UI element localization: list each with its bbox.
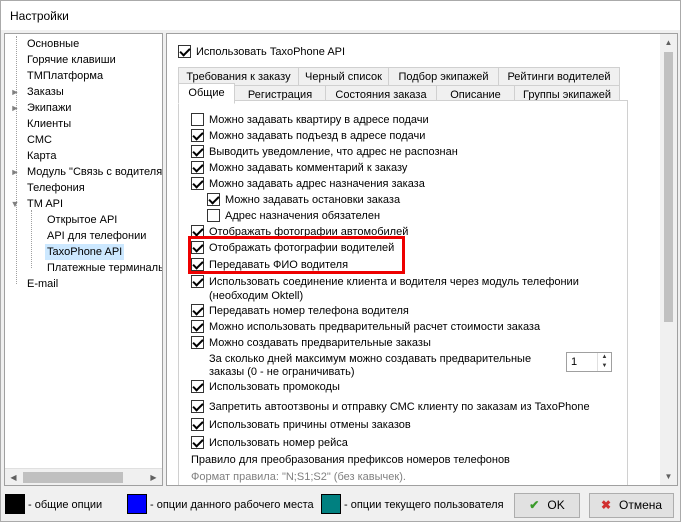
option-label: Использовать соединение клиента и водите… <box>209 276 579 288</box>
tree-item-open-api[interactable]: Открытое API <box>47 212 117 228</box>
settings-panel: Использовать TaxoPhone API Требования к … <box>166 33 678 486</box>
tree-horizontal-scrollbar[interactable]: ◀ ▶ <box>5 468 162 485</box>
option-label: Использовать номер рейса <box>209 437 348 449</box>
option-checkbox[interactable] <box>191 145 204 158</box>
legend-label-user: - опции текущего пользователя <box>344 499 504 511</box>
format-rule-label: Формат правила: "N;S1;S2" (без кавычек). <box>191 471 406 483</box>
legend-swatch-workstation <box>127 494 147 514</box>
use-api-checkbox[interactable] <box>178 45 191 58</box>
ok-button[interactable]: ✔ OK <box>514 493 580 518</box>
tree-item-email[interactable]: E-mail <box>27 276 58 292</box>
option-label: Адрес назначения обязателен <box>225 210 381 222</box>
chevron-right-icon[interactable]: ► <box>10 84 20 100</box>
option-label: Передавать ФИО водителя <box>209 259 349 271</box>
option-checkbox[interactable] <box>191 304 204 317</box>
chevron-down-icon[interactable]: ▼ <box>10 196 20 212</box>
option-checkbox[interactable] <box>191 113 204 126</box>
tree-item-payment-terminals[interactable]: Платежные терминалы <box>47 260 162 276</box>
tree-item-telephony-api[interactable]: API для телефонии <box>47 228 146 244</box>
option-checkbox[interactable] <box>191 436 204 449</box>
option-checkbox[interactable] <box>207 209 220 222</box>
legend-swatch-general <box>5 494 25 514</box>
option-checkbox[interactable] <box>191 177 204 190</box>
tree-guide-line <box>31 210 32 268</box>
option-checkbox[interactable] <box>191 275 204 288</box>
scroll-thumb[interactable] <box>664 52 673 322</box>
legend-label-general: - общие опции <box>28 499 103 511</box>
option-checkbox[interactable] <box>191 161 204 174</box>
option-label: Выводить уведомление, что адрес не распо… <box>209 146 458 158</box>
option-label: Использовать промокоды <box>209 381 340 393</box>
legend-label-workstation: - опции данного рабочего места <box>150 499 314 511</box>
settings-window: Настройки Основные Горячие клавиши ТМПла… <box>0 0 681 522</box>
tree-item-orders[interactable]: Заказы <box>27 84 64 100</box>
option-label: Можно задавать комментарий к заказу <box>209 162 408 174</box>
prebook-days-label-2: заказы (0 - не ограничивать) <box>209 366 355 378</box>
tree-item-sms[interactable]: СМС <box>27 132 52 148</box>
tab-blacklist[interactable]: Черный список <box>298 67 389 86</box>
title-bar: Настройки <box>1 1 680 31</box>
option-checkbox[interactable] <box>191 418 204 431</box>
option-label: Можно задавать квартиру в адресе подачи <box>209 114 429 126</box>
option-label: Запретить автоотзвоны и отправку СМС кли… <box>209 401 590 413</box>
cancel-button[interactable]: ✖ Отмена <box>589 493 674 518</box>
tab-general[interactable]: Общие <box>178 83 235 104</box>
option-label: Можно задавать остановки заказа <box>225 194 401 206</box>
option-checkbox[interactable] <box>191 225 204 238</box>
scroll-down-icon[interactable]: ▼ <box>660 468 677 485</box>
option-checkbox[interactable] <box>191 380 204 393</box>
option-label: Передавать номер телефона водителя <box>209 305 409 317</box>
option-checkbox[interactable] <box>191 400 204 413</box>
scroll-thumb[interactable] <box>23 472 123 483</box>
checkmark-icon: ✔ <box>529 498 540 512</box>
option-checkbox[interactable] <box>207 193 220 206</box>
tree-item-driver-link[interactable]: Модуль "Связь с водителя <box>27 164 162 180</box>
close-icon: ✖ <box>600 498 611 512</box>
chevron-right-icon[interactable]: ► <box>10 100 20 116</box>
option-label: Отображать фотографии водителей <box>209 242 395 254</box>
tree-item-tm-api[interactable]: TM API <box>27 196 63 212</box>
prebook-days-value[interactable]: 1 <box>571 356 577 368</box>
tree-item-hotkeys[interactable]: Горячие клавиши <box>27 52 116 68</box>
stepper-down-icon[interactable]: ▼ <box>597 362 611 371</box>
scroll-up-icon[interactable]: ▲ <box>660 34 677 51</box>
option-label: Использовать причины отмены заказов <box>209 419 411 431</box>
panel-vertical-scrollbar[interactable]: ▲ ▼ <box>660 34 677 485</box>
window-title: Настройки <box>10 9 69 23</box>
option-checkbox[interactable] <box>191 336 204 349</box>
prefix-rules-label: Правило для преобразования префиксов ном… <box>191 454 510 466</box>
prebook-days-label: За сколько дней максимум можно создавать… <box>209 353 532 365</box>
scroll-left-icon[interactable]: ◀ <box>5 469 22 485</box>
option-label: Можно использовать предварительный расче… <box>209 321 541 333</box>
tree-item-crews[interactable]: Экипажи <box>27 100 71 116</box>
option-label: Можно задавать адрес назначения заказа <box>209 178 425 190</box>
tree-item-telephony[interactable]: Телефония <box>27 180 85 196</box>
tree-item-main[interactable]: Основные <box>27 36 79 52</box>
prebook-days-stepper[interactable]: 1 ▲ ▼ <box>566 352 612 372</box>
settings-tree[interactable]: Основные Горячие клавиши ТМПлатформа ► З… <box>4 33 163 486</box>
option-label: Можно создавать предварительные заказы <box>209 337 431 349</box>
tree-guide-line <box>16 36 17 284</box>
tree-item-tmplatform[interactable]: ТМПлатформа <box>27 68 103 84</box>
tree-item-map[interactable]: Карта <box>27 148 56 164</box>
option-note: (необходим Oktell) <box>209 290 304 302</box>
option-checkbox[interactable] <box>191 129 204 142</box>
option-label: Отображать фотографии автомобилей <box>209 226 409 238</box>
scroll-right-icon[interactable]: ▶ <box>145 469 162 485</box>
tab-driver-ratings[interactable]: Рейтинги водителей <box>498 67 620 86</box>
option-checkbox[interactable] <box>191 320 204 333</box>
chevron-right-icon[interactable]: ► <box>10 164 20 180</box>
option-label: Можно задавать подъезд в адресе подачи <box>209 130 426 142</box>
ok-button-label: OK <box>547 498 565 512</box>
cancel-button-label: Отмена <box>619 498 663 512</box>
tab-crew-selection[interactable]: Подбор экипажей <box>388 67 499 86</box>
legend-swatch-user <box>321 494 341 514</box>
tree-item-clients[interactable]: Клиенты <box>27 116 71 132</box>
use-api-label: Использовать TaxoPhone API <box>196 46 346 58</box>
tree-item-taxophone-api[interactable]: TaxoPhone API <box>45 244 125 260</box>
option-checkbox[interactable] <box>191 258 204 271</box>
option-checkbox[interactable] <box>191 241 204 254</box>
stepper-up-icon[interactable]: ▲ <box>597 353 611 362</box>
